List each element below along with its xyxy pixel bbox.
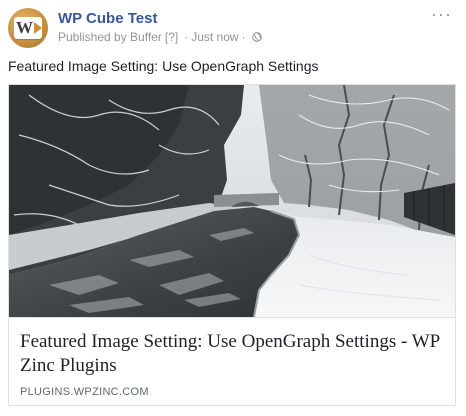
link-preview-card[interactable]: Featured Image Setting: Use OpenGraph Se… <box>8 84 456 406</box>
link-title[interactable]: Featured Image Setting: Use OpenGraph Se… <box>20 330 440 378</box>
page-name-link[interactable]: WP Cube Test <box>58 10 157 27</box>
link-domain: PLUGINS.WPZINC.COM <box>20 386 149 398</box>
logo-letter-w: W <box>16 18 33 37</box>
post-header: W WP Cube Test Published by Buffer [?] ·… <box>8 5 458 48</box>
globe-icon[interactable] <box>251 32 262 42</box>
help-link[interactable]: [?] <box>165 30 178 44</box>
post-message: Featured Image Setting: Use OpenGraph Se… <box>8 58 319 74</box>
link-preview-body[interactable]: Featured Image Setting: Use OpenGraph Se… <box>9 317 455 405</box>
logo-play-icon <box>34 22 42 34</box>
post-meta: Published by Buffer [?] · Just now · <box>58 30 262 44</box>
meta-separator: · <box>184 30 189 44</box>
more-options-button[interactable]: ··· <box>431 5 452 23</box>
featured-image[interactable] <box>9 85 455 317</box>
page-avatar[interactable]: W <box>8 8 48 48</box>
meta-separator-2: · <box>241 30 246 44</box>
snowy-canal-image <box>9 85 455 317</box>
timestamp-link[interactable]: Just now <box>191 30 238 44</box>
published-by-text: Published by Buffer <box>58 30 162 44</box>
feed-post: W WP Cube Test Published by Buffer [?] ·… <box>0 0 466 416</box>
